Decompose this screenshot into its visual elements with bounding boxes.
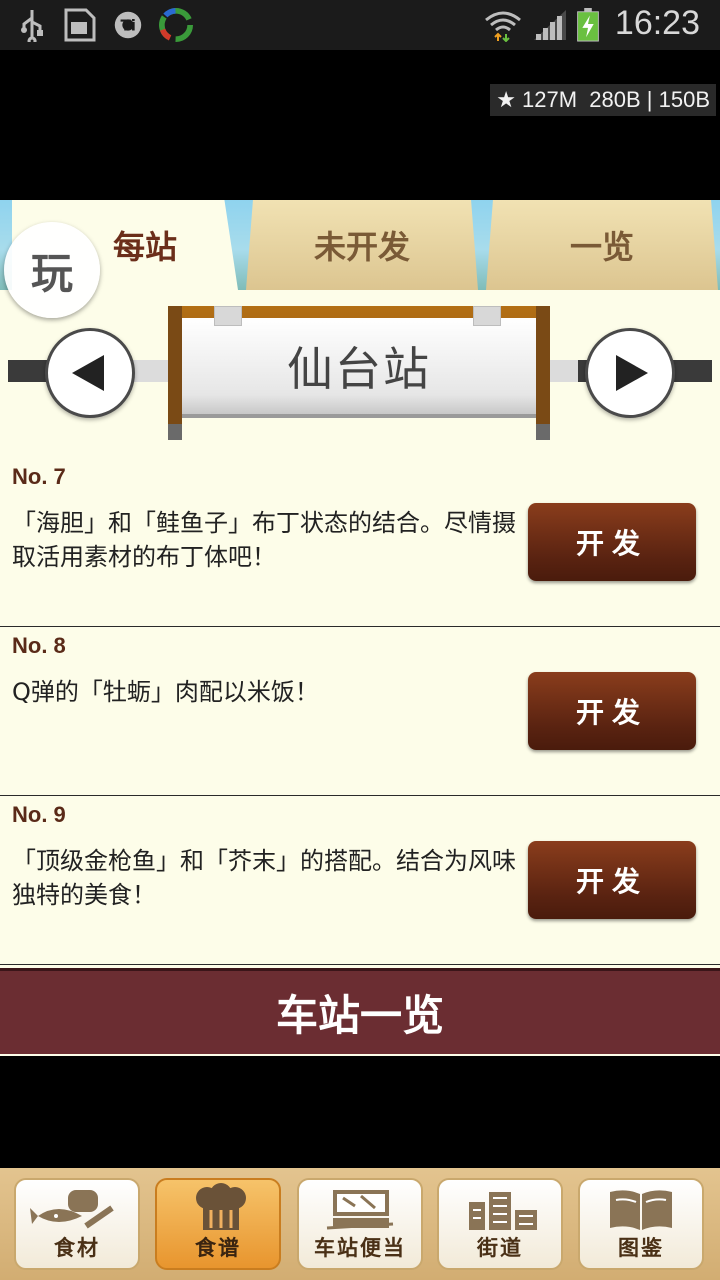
battery-charging-icon (577, 8, 599, 42)
recipe-item: No. 7 「海胆」和「鲑鱼子」布丁状态的结合。尽情摄取活用素材的布丁体吧！ 开… (0, 458, 720, 627)
nav-ingredients[interactable]: 食材 (14, 1178, 140, 1270)
nav-recipes[interactable]: 食谱 (155, 1178, 281, 1270)
buildings-icon (469, 1192, 537, 1230)
recipe-number: No. 7 (12, 464, 66, 489)
develop-button[interactable]: 开发 (528, 503, 696, 581)
station-name: 仙台站 (182, 318, 536, 418)
clock: 16:23 (614, 4, 700, 42)
book-icon (610, 1190, 672, 1230)
settings-app-icon: Ti (114, 11, 142, 39)
play-badge[interactable]: 玩 (4, 222, 100, 318)
svg-text:Ti: Ti (120, 17, 136, 35)
memory-stats-overlay: ★ 127M 280B | 150B (490, 84, 716, 116)
nav-label: 图鉴 (618, 1236, 664, 1260)
bento-box-icon (326, 1190, 394, 1230)
usb-icon (21, 10, 43, 42)
bottom-nav: 食材 食谱 车站便当 街道 图鉴 (0, 1168, 720, 1280)
station-sign: 仙台站 (168, 306, 550, 440)
station-list-button[interactable]: 车站一览 (0, 968, 720, 1054)
recipe-item: No. 9 「顶级金枪鱼」和「芥末」的搭配。结合为风味独特的美食！ 开发 (0, 796, 720, 965)
ingredients-icon (30, 1190, 114, 1229)
recipe-description: Q弹的「牡蛎」肉配以米饭！ (12, 678, 319, 706)
sync-app-icon (159, 8, 193, 42)
nav-encyclopedia[interactable]: 图鉴 (578, 1178, 704, 1270)
tab-label: 未开发 (313, 228, 410, 266)
tab-bar: 每站 未开发 一览 (0, 200, 720, 290)
develop-button[interactable]: 开发 (528, 672, 696, 750)
tab-label: 一览 (569, 228, 634, 266)
previous-station-button[interactable] (45, 328, 135, 418)
nav-label: 食谱 (195, 1236, 241, 1260)
wifi-icon (485, 11, 521, 42)
nav-label: 车站便当 (314, 1236, 406, 1260)
recipe-number: No. 9 (12, 802, 66, 827)
nav-label: 街道 (477, 1236, 523, 1260)
develop-button[interactable]: 开发 (528, 841, 696, 919)
sign-clip (473, 306, 501, 326)
arrow-left-icon (72, 355, 104, 391)
next-station-button[interactable] (585, 328, 675, 418)
arrow-right-icon (616, 355, 648, 391)
tab-undeveloped[interactable]: 未开发 (246, 200, 478, 290)
recipe-screen: 每站 未开发 一览 仙台站 No. 7 「海胆」和「鲑鱼子」布丁状态的结合。尽情… (0, 200, 720, 1056)
tab-overview[interactable]: 一览 (486, 200, 718, 290)
sign-post-left (168, 306, 182, 440)
sd-card-icon (64, 8, 96, 42)
nav-station-bento[interactable]: 车站便当 (297, 1178, 423, 1270)
nav-street[interactable]: 街道 (437, 1178, 563, 1270)
recipe-description: 「海胆」和「鲑鱼子」布丁状态的结合。尽情摄取活用素材的布丁体吧！ (12, 509, 516, 571)
status-bar: Ti 16:23 (0, 0, 720, 50)
tab-label: 每站 (112, 228, 177, 266)
signal-icon (534, 10, 566, 40)
sign-clip (214, 306, 242, 326)
recipe-item: No. 8 Q弹的「牡蛎」肉配以米饭！ 开发 (0, 627, 720, 796)
sign-post-right (536, 306, 550, 440)
chef-hat-icon (196, 1183, 246, 1230)
recipe-number: No. 8 (12, 633, 66, 658)
nav-label: 食材 (54, 1236, 100, 1260)
recipe-description: 「顶级金枪鱼」和「芥末」的搭配。结合为风味独特的美食！ (12, 847, 516, 909)
